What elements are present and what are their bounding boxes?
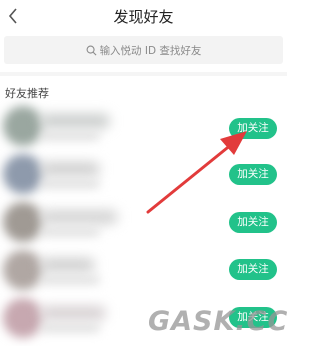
follow-button[interactable]: 加关注 <box>229 118 277 139</box>
blurred-subtitle <box>40 180 100 188</box>
section-divider <box>0 72 287 76</box>
avatar <box>3 298 43 338</box>
blurred-subtitle <box>40 132 100 140</box>
list-item: 加关注 <box>0 248 287 296</box>
blurred-name <box>40 114 110 128</box>
follow-button[interactable]: 加关注 <box>229 212 277 233</box>
blurred-subtitle <box>40 276 100 284</box>
follow-button[interactable]: 加关注 <box>229 259 277 280</box>
search-placeholder: 输入悦动 ID 查找好友 <box>99 44 202 57</box>
blurred-subtitle <box>40 228 100 236</box>
follow-button[interactable]: 加关注 <box>229 164 277 185</box>
list-item: 加关注 <box>0 104 287 152</box>
avatar <box>3 250 43 290</box>
avatar <box>3 154 43 194</box>
avatar <box>3 202 43 242</box>
blurred-subtitle <box>40 324 100 332</box>
search-icon <box>86 45 97 55</box>
blurred-name <box>40 258 95 272</box>
list-item: 加关注 <box>0 152 287 200</box>
top-bar: 发现好友 <box>0 0 287 34</box>
list-item: 加关注 <box>0 200 287 248</box>
blurred-name <box>40 210 118 224</box>
blurred-name <box>40 162 100 176</box>
watermark: GASK.CC <box>148 306 289 337</box>
avatar <box>3 106 43 146</box>
section-title: 好友推荐 <box>5 87 49 100</box>
page-title: 发现好友 <box>113 8 174 26</box>
blurred-name <box>40 306 106 320</box>
search-input[interactable]: 输入悦动 ID 查找好友 <box>4 36 283 64</box>
